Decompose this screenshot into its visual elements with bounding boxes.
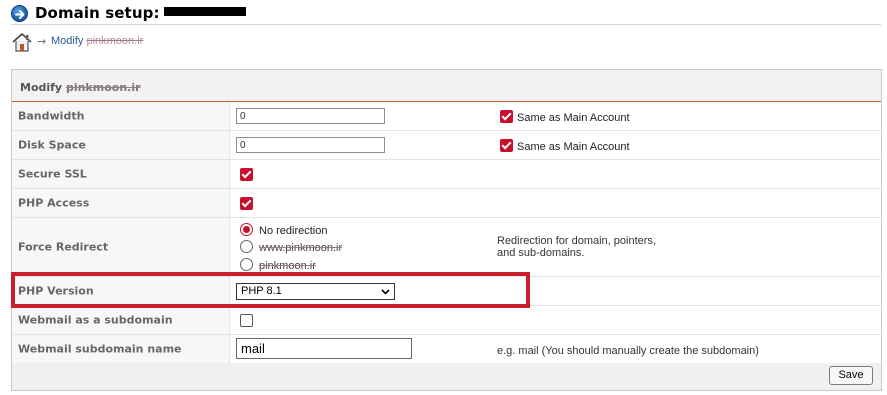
bandwidth-row: Bandwidth Same as Main Account (12, 102, 881, 131)
panel-title-domain: pinkmoon.ir (65, 81, 141, 94)
php-access-label: PHP Access (18, 196, 90, 210)
arrow-right-circle-icon (11, 5, 28, 22)
no-redirection-radio[interactable] (240, 223, 253, 236)
php-access-row: PHP Access (12, 189, 881, 218)
breadcrumb-modify-link[interactable]: Modify pinkmoon.ir (51, 35, 143, 47)
breadcrumb-separator: → (37, 35, 47, 48)
secure-ssl-row: Secure SSL (12, 160, 881, 189)
highlight-annotation-box (11, 272, 530, 308)
page-title: Domain setup: (35, 4, 246, 22)
webmail-name-row: Webmail subdomain name e.g. mail (You sh… (12, 335, 881, 364)
non-www-redirect-radio[interactable] (240, 258, 253, 271)
bandwidth-same-checkbox[interactable] (500, 110, 513, 123)
breadcrumb: → Modify pinkmoon.ir (11, 31, 411, 53)
title-bar: Domain setup: (11, 4, 881, 24)
bandwidth-label: Bandwidth (18, 109, 85, 123)
title-divider (11, 24, 881, 25)
secure-ssl-checkbox[interactable] (240, 168, 253, 181)
bandwidth-same-label: Same as Main Account (517, 112, 630, 124)
breadcrumb-link-domain: pinkmoon.ir (86, 35, 144, 47)
no-redirection-label: No redirection (259, 225, 328, 237)
disk-space-same-checkbox[interactable] (500, 139, 513, 152)
page-title-text: Domain setup: (35, 4, 160, 22)
force-redirect-label: Force Redirect (18, 240, 109, 254)
disk-space-same-label: Same as Main Account (517, 141, 630, 153)
webmail-name-input[interactable] (236, 338, 412, 359)
disk-space-label: Disk Space (18, 138, 86, 152)
redirect-note-line2: and sub-domains. (497, 247, 585, 259)
redirect-note: Redirection for domain, pointers, and sub… (497, 235, 656, 259)
redacted-domain (163, 7, 246, 16)
secure-ssl-label: Secure SSL (18, 167, 87, 181)
home-icon[interactable] (11, 31, 33, 53)
panel-header: Modify pinkmoon.ir (12, 70, 881, 102)
webmail-name-label: Webmail subdomain name (18, 342, 182, 356)
save-button[interactable]: Save (829, 366, 873, 385)
php-access-checkbox[interactable] (240, 197, 253, 210)
www-redirect-radio[interactable] (240, 240, 253, 253)
disk-space-row: Disk Space Same as Main Account (12, 131, 881, 160)
panel-footer: Save (12, 363, 881, 390)
bandwidth-input[interactable] (236, 108, 385, 124)
webmail-subdomain-row: Webmail as a subdomain (12, 306, 881, 335)
disk-space-input[interactable] (236, 137, 385, 153)
webmail-subdomain-checkbox[interactable] (240, 314, 253, 327)
webmail-subdomain-label: Webmail as a subdomain (18, 313, 173, 327)
non-www-redirect-label: pinkmoon.ir (259, 260, 316, 272)
modify-domain-panel: Modify pinkmoon.ir Bandwidth Same as Mai… (11, 69, 882, 391)
panel-title: Modify (20, 81, 63, 94)
redirect-note-line1: Redirection for domain, pointers, (497, 235, 656, 247)
breadcrumb-link-label: Modify (51, 35, 84, 47)
force-redirect-row: Force Redirect No redirection www.pinkmo… (12, 218, 881, 277)
www-redirect-label: www.pinkmoon.ir (259, 242, 343, 254)
webmail-name-note: e.g. mail (You should manually create th… (497, 345, 759, 357)
